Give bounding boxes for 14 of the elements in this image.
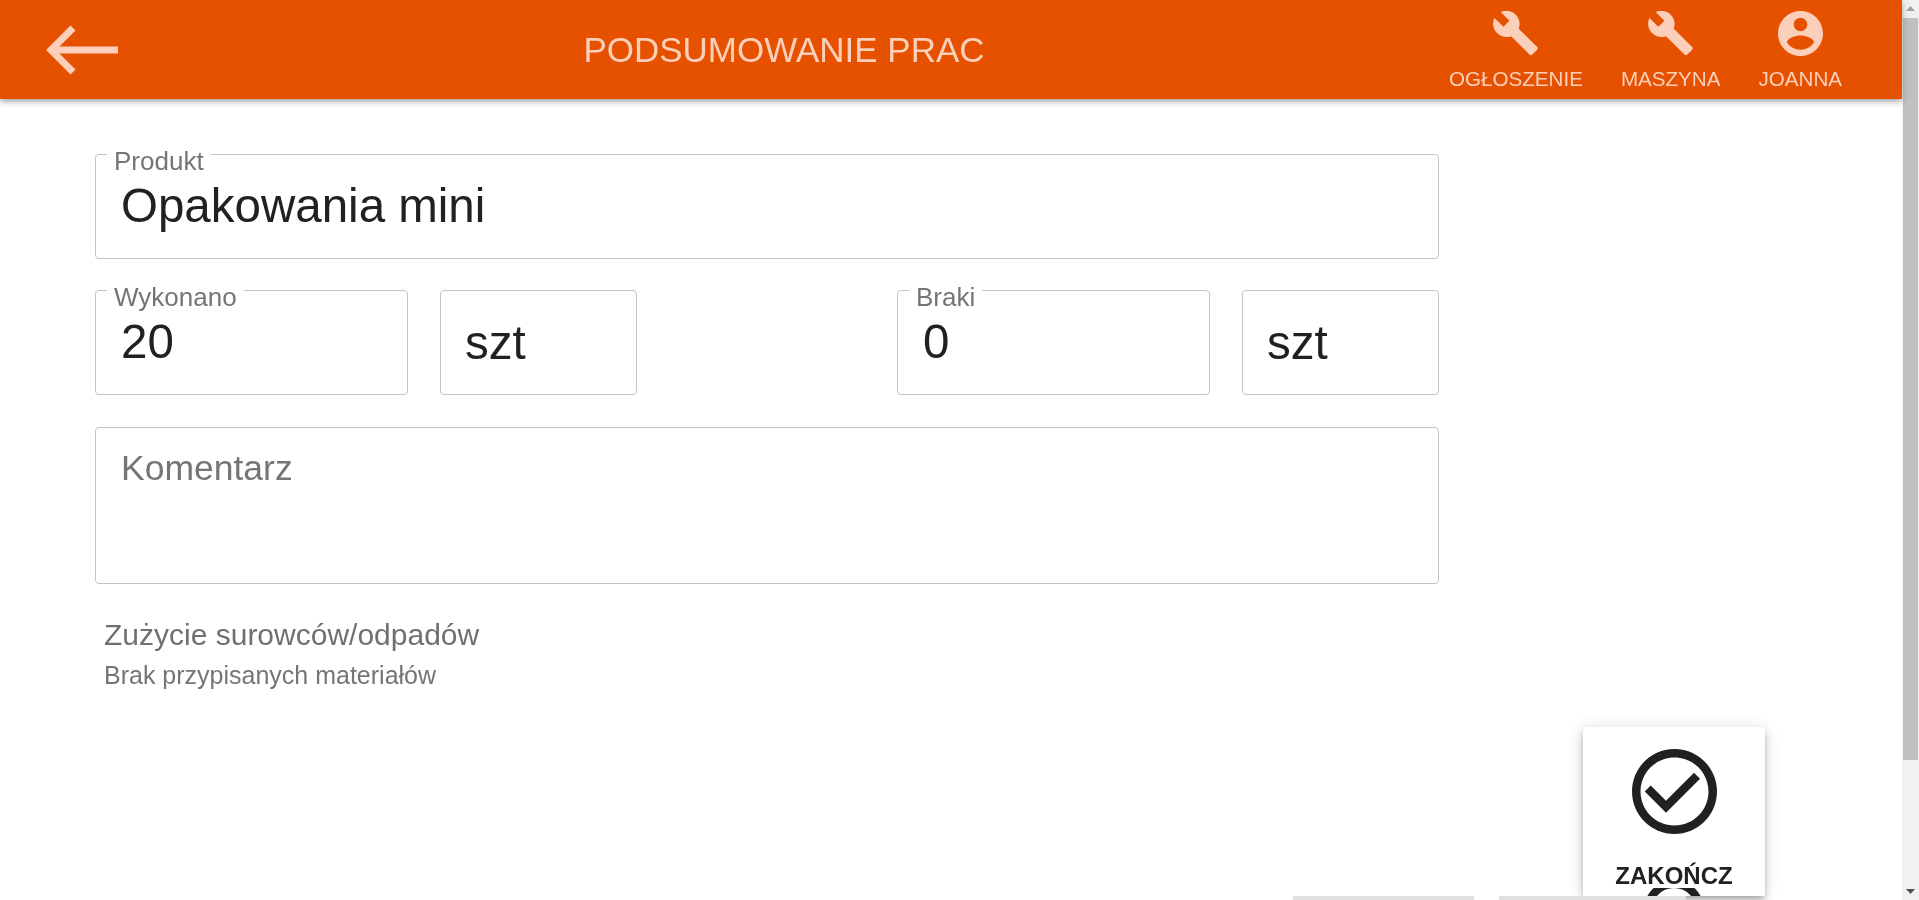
scroll-up-icon[interactable] [1906,6,1915,11]
scrollbar[interactable] [1902,0,1919,900]
section-title: Zużycie surowców/odpadów [104,618,480,652]
finish-button[interactable]: ZAKOŃCZ [1583,727,1765,896]
scroll-down-icon[interactable] [1906,889,1915,894]
unit-field[interactable]: szt [1242,290,1439,395]
comment-field[interactable]: Komentarz [95,427,1439,584]
wrench-icon [1493,11,1539,56]
unit-field[interactable]: szt [440,290,637,395]
scrollbar-thumb[interactable] [1903,18,1918,760]
wrench-icon [1648,11,1694,56]
empty-message: Brak przypisanych materiałów [104,661,437,690]
ring-icon [1646,888,1702,896]
page-title: PODSUMOWANIE PRAC [583,29,985,70]
